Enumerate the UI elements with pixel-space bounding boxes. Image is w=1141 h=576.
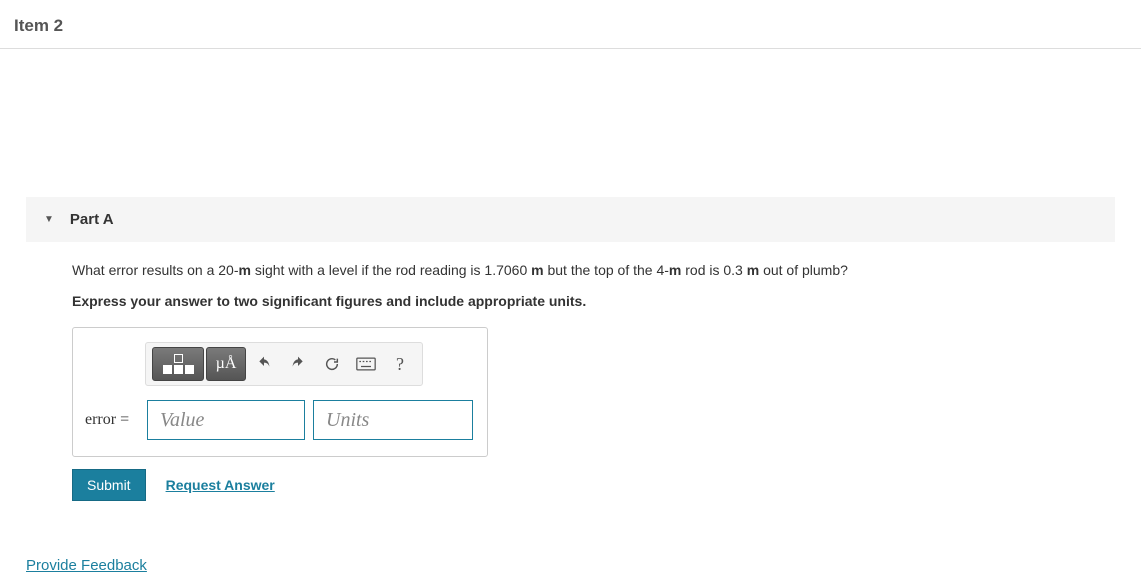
- question-text: What error results on a 20-m sight with …: [72, 260, 1115, 281]
- redo-icon: [290, 356, 306, 372]
- content-area: ▼ Part A What error results on a 20-m si…: [0, 197, 1141, 574]
- reset-icon: [324, 356, 340, 372]
- reset-button[interactable]: [316, 347, 348, 381]
- request-answer-link[interactable]: Request Answer: [166, 477, 275, 493]
- units-input[interactable]: [313, 400, 473, 440]
- collapse-caret-icon[interactable]: ▼: [44, 214, 54, 225]
- special-chars-button[interactable]: µÅ: [206, 347, 246, 381]
- mu-angstrom-icon: µÅ: [216, 355, 237, 373]
- q-unit-1: m: [239, 262, 251, 278]
- q-seg-3: but the top of the 4-: [544, 262, 669, 278]
- answer-box: µÅ ? error =: [72, 327, 488, 457]
- keyboard-button[interactable]: [350, 347, 382, 381]
- templates-button[interactable]: [152, 347, 204, 381]
- item-title: Item 2: [14, 16, 63, 35]
- part-title: Part A: [70, 211, 114, 228]
- page-header: Item 2: [0, 0, 1141, 49]
- keyboard-icon: [356, 357, 376, 371]
- undo-button[interactable]: [248, 347, 280, 381]
- q-unit-2: m: [531, 262, 543, 278]
- answer-label: error =: [85, 411, 139, 429]
- q-seg-4: rod is 0.3: [681, 262, 746, 278]
- undo-icon: [256, 356, 272, 372]
- action-row: Submit Request Answer: [72, 469, 1115, 501]
- q-seg-1: What error results on a 20-: [72, 262, 239, 278]
- q-unit-4: m: [747, 262, 759, 278]
- q-seg-2: sight with a level if the rod reading is…: [251, 262, 531, 278]
- redo-button[interactable]: [282, 347, 314, 381]
- input-toolbar: µÅ ?: [145, 342, 423, 386]
- question-block: What error results on a 20-m sight with …: [26, 242, 1115, 501]
- value-input[interactable]: [147, 400, 305, 440]
- input-row: error =: [85, 400, 475, 440]
- templates-icon: [163, 354, 194, 374]
- q-seg-5: out of plumb?: [759, 262, 848, 278]
- instruction-text: Express your answer to two significant f…: [72, 293, 1115, 309]
- part-header[interactable]: ▼ Part A: [26, 197, 1115, 242]
- provide-feedback-link[interactable]: Provide Feedback: [26, 557, 147, 574]
- help-icon: ?: [396, 354, 404, 375]
- help-button[interactable]: ?: [384, 347, 416, 381]
- q-unit-3: m: [669, 262, 681, 278]
- submit-button[interactable]: Submit: [72, 469, 146, 501]
- feedback-section: Provide Feedback: [26, 557, 1115, 574]
